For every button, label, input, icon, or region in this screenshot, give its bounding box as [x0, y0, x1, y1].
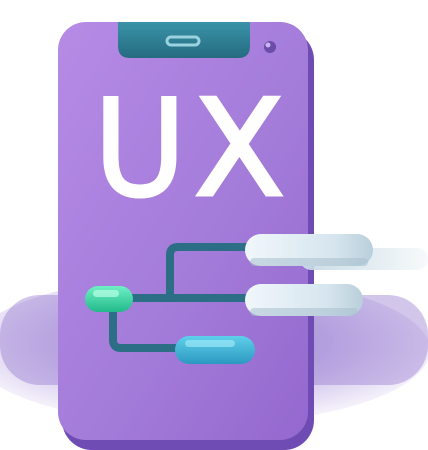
flow-panel-top-shadow	[250, 258, 368, 266]
camera-dot	[264, 41, 276, 53]
flow-panel-middle-shadow	[250, 308, 358, 316]
flow-start-node	[85, 286, 133, 312]
flow-start-node-highlight	[93, 290, 119, 297]
phone-body	[58, 22, 308, 440]
camera-dot-highlight	[265, 42, 271, 48]
mobile-ux-illustration: UX	[0, 0, 428, 450]
flow-end-node-highlight	[185, 340, 235, 347]
ux-flow-svg	[0, 22, 428, 450]
phone-notch	[118, 22, 250, 58]
